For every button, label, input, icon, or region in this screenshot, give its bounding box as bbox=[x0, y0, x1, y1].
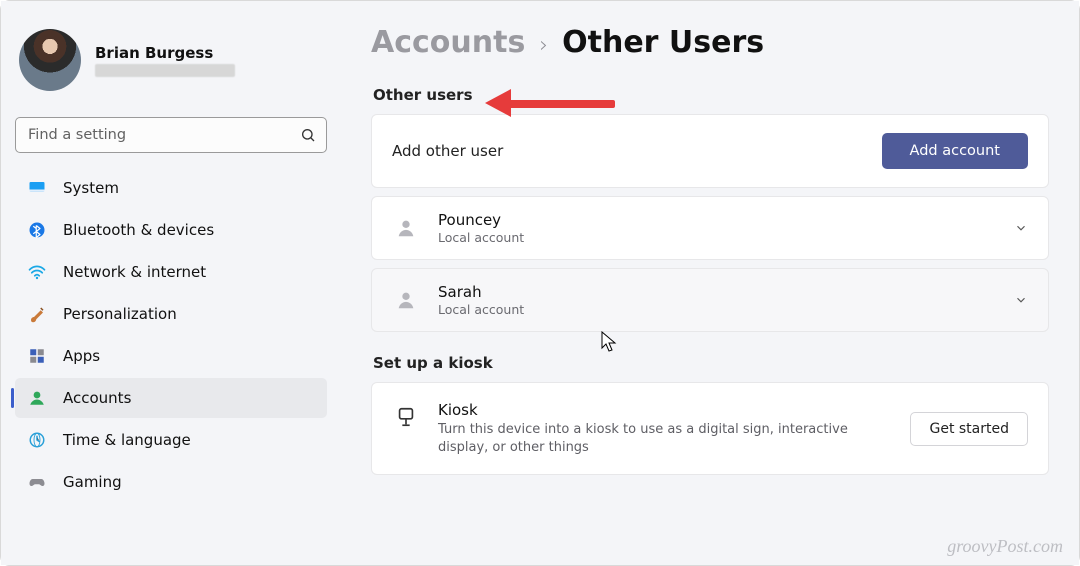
sidebar-item-label: Time & language bbox=[63, 431, 191, 449]
sidebar-item-label: Accounts bbox=[63, 389, 131, 407]
user-sub: Local account bbox=[438, 230, 996, 245]
avatar[interactable] bbox=[19, 29, 81, 91]
sidebar-item-gaming[interactable]: Gaming bbox=[15, 462, 327, 502]
sidebar-item-system[interactable]: System bbox=[15, 168, 327, 208]
sidebar-item-time-language[interactable]: Time & language bbox=[15, 420, 327, 460]
sidebar-item-network[interactable]: Network & internet bbox=[15, 252, 327, 292]
sidebar-item-bluetooth[interactable]: Bluetooth & devices bbox=[15, 210, 327, 250]
page-title: Other Users bbox=[562, 25, 764, 60]
add-other-user-row: Add other user Add account bbox=[371, 114, 1049, 188]
search-box[interactable] bbox=[15, 117, 327, 153]
sidebar-item-label: Bluetooth & devices bbox=[63, 221, 214, 239]
sidebar-item-label: Network & internet bbox=[63, 263, 206, 281]
sidebar-item-label: Gaming bbox=[63, 473, 122, 491]
person-icon bbox=[392, 214, 420, 242]
add-account-button[interactable]: Add account bbox=[882, 133, 1028, 169]
gaming-icon bbox=[27, 472, 47, 492]
sidebar: Brian Burgess System Bluetooth & devi bbox=[1, 1, 341, 565]
user-row[interactable]: Sarah Local account bbox=[371, 268, 1049, 332]
chevron-down-icon bbox=[1014, 221, 1028, 235]
sidebar-item-label: Apps bbox=[63, 347, 100, 365]
user-name: Pouncey bbox=[438, 211, 996, 229]
watermark: groovyPost.com bbox=[947, 536, 1063, 557]
kiosk-description: Turn this device into a kiosk to use as … bbox=[438, 421, 892, 456]
person-icon bbox=[392, 286, 420, 314]
user-row[interactable]: Pouncey Local account bbox=[371, 196, 1049, 260]
search-input[interactable] bbox=[28, 127, 300, 143]
profile-email-redacted bbox=[95, 64, 235, 77]
user-name: Sarah bbox=[438, 283, 996, 301]
accounts-icon bbox=[27, 388, 47, 408]
breadcrumb-root[interactable]: Accounts bbox=[371, 25, 525, 60]
user-sub: Local account bbox=[438, 302, 996, 317]
system-icon bbox=[27, 178, 47, 198]
chevron-right-icon: › bbox=[539, 33, 548, 58]
sidebar-item-accounts[interactable]: Accounts bbox=[15, 378, 327, 418]
sidebar-item-label: System bbox=[63, 179, 119, 197]
main-content: Accounts › Other Users Other users Add o… bbox=[341, 1, 1079, 565]
section-heading-kiosk: Set up a kiosk bbox=[373, 354, 1049, 372]
paintbrush-icon bbox=[27, 304, 47, 324]
sidebar-item-personalization[interactable]: Personalization bbox=[15, 294, 327, 334]
kiosk-title: Kiosk bbox=[438, 401, 892, 419]
sidebar-item-apps[interactable]: Apps bbox=[15, 336, 327, 376]
get-started-button[interactable]: Get started bbox=[910, 412, 1028, 446]
wifi-icon bbox=[27, 262, 47, 282]
search-icon bbox=[300, 127, 316, 143]
section-heading-other-users: Other users bbox=[373, 86, 1049, 104]
sidebar-item-label: Personalization bbox=[63, 305, 177, 323]
kiosk-row: Kiosk Turn this device into a kiosk to u… bbox=[371, 382, 1049, 475]
sidebar-nav: System Bluetooth & devices Network & int… bbox=[11, 167, 331, 503]
bluetooth-icon bbox=[27, 220, 47, 240]
kiosk-icon bbox=[392, 403, 420, 431]
time-language-icon bbox=[27, 430, 47, 450]
profile-name: Brian Burgess bbox=[95, 44, 235, 62]
chevron-down-icon bbox=[1014, 293, 1028, 307]
add-other-user-label: Add other user bbox=[392, 142, 882, 160]
breadcrumb: Accounts › Other Users bbox=[371, 25, 1049, 60]
profile-block[interactable]: Brian Burgess bbox=[11, 21, 331, 109]
apps-icon bbox=[27, 346, 47, 366]
